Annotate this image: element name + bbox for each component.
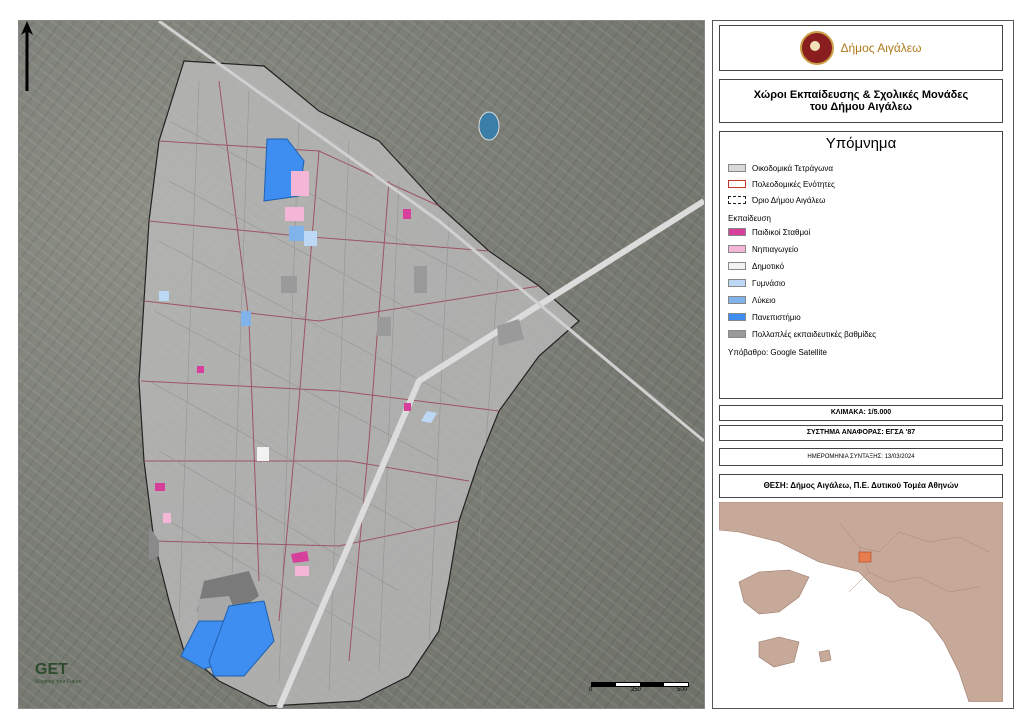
legend-item-planning-units: Πολεοδομικές Ενότητες bbox=[728, 178, 835, 190]
legend-label: Πολεοδομικές Ενότητες bbox=[752, 179, 835, 189]
scale-tick-250: 250 bbox=[631, 687, 642, 693]
legend-label: Γυμνάσιο bbox=[752, 278, 786, 288]
multi-level-3[interactable] bbox=[281, 276, 297, 293]
north-arrow-icon bbox=[21, 21, 33, 91]
map-canvas[interactable]: GET Mapping Your Future 0 250 500 bbox=[18, 20, 705, 709]
swatch-planning-units bbox=[728, 180, 746, 188]
municipality-name: Δήμος Αιγάλεω bbox=[840, 41, 922, 55]
nursery-1[interactable] bbox=[404, 403, 411, 411]
kindergarten-2[interactable] bbox=[285, 207, 304, 221]
swatch-kindergarten bbox=[728, 245, 746, 253]
legend-label: Νηπιαγωγείο bbox=[752, 244, 799, 254]
legend-label: Λύκειο bbox=[752, 295, 776, 305]
gymnasium-1[interactable] bbox=[304, 231, 317, 246]
swatch-gymnasium bbox=[728, 279, 746, 287]
map-svg bbox=[138, 21, 704, 708]
map-title: Χώροι Εκπαίδευσης & Σχολικές Μονάδες του… bbox=[719, 79, 1003, 123]
legend-label: Οικοδομικά Τετράγωνα bbox=[752, 163, 834, 173]
inset-map-svg bbox=[719, 502, 1003, 702]
inset-island-tiny bbox=[818, 649, 832, 663]
multi-level-1[interactable] bbox=[414, 266, 427, 293]
map-title-line1: Χώροι Εκπαίδευσης & Σχολικές Μονάδες bbox=[753, 89, 969, 101]
nursery-5[interactable] bbox=[197, 366, 204, 373]
gymnasium-2[interactable] bbox=[159, 291, 169, 301]
swatch-blocks bbox=[728, 164, 746, 172]
legend-education-heading: Εκπαίδευση bbox=[728, 214, 771, 223]
compile-date: ΗΜΕΡΟΜΗΝΙΑ ΣΥΝΤΑΞΗΣ: 13/03/2024 bbox=[719, 448, 1003, 466]
legend-label: Δημοτικό bbox=[752, 261, 785, 271]
legend-label: Πολλαπλές εκπαιδευτικές βαθμίδες bbox=[752, 329, 877, 339]
location: ΘΕΣΗ: Δήμος Αιγάλεω, Π.Ε. Δυτικού Τομέα … bbox=[719, 474, 1003, 498]
stadium bbox=[478, 111, 500, 141]
legend-item-municipal-border: Όριο Δήμου Αιγάλεω bbox=[728, 194, 825, 206]
legend-label: Παιδικοί Σταθμοί bbox=[752, 227, 811, 237]
map-scale: ΚΛΙΜΑΚΑ: 1/5.000 bbox=[719, 405, 1003, 421]
legend-item-lyceum: Λύκειο bbox=[728, 294, 776, 306]
reference-system: ΣΥΣΤΗΜΑ ΑΝΑΦΟΡΑΣ: ΕΓΣΑ '87 bbox=[719, 425, 1003, 441]
lyceum-1[interactable] bbox=[289, 226, 304, 241]
swatch-multi-level bbox=[728, 330, 746, 338]
swatch-nursery bbox=[728, 228, 746, 236]
multi-level-2[interactable] bbox=[377, 317, 391, 336]
municipality-seal-icon bbox=[800, 31, 835, 65]
scale-tick-0: 0 bbox=[589, 687, 593, 693]
primary-1[interactable] bbox=[257, 447, 269, 461]
legend-label: Όριο Δήμου Αιγάλεω bbox=[752, 195, 826, 205]
legend-item-university: Πανεπιστήμιο bbox=[728, 311, 801, 323]
legend-item-gymnasium: Γυμνάσιο bbox=[728, 277, 785, 289]
swatch-primary bbox=[728, 262, 746, 270]
get-logo-name: GET bbox=[35, 661, 68, 678]
map-title-line2: του Δήμου Αιγάλεω bbox=[809, 101, 912, 113]
legend-item-multi-level: Πολλαπλές εκπαιδευτικές βαθμίδες bbox=[728, 328, 876, 340]
scale-tick-500: 500 bbox=[677, 687, 688, 693]
inset-island-small bbox=[758, 636, 800, 668]
kindergarten-1[interactable] bbox=[291, 171, 309, 196]
swatch-university bbox=[728, 313, 746, 321]
municipality-header: Δήμος Αιγάλεω bbox=[719, 25, 1003, 71]
kindergarten-4[interactable] bbox=[163, 513, 171, 523]
legend-label: Πανεπιστήμιο bbox=[752, 312, 801, 322]
get-logo: GET Mapping Your Future bbox=[35, 661, 81, 685]
legend-item-nursery: Παιδικοί Σταθμοί bbox=[728, 226, 810, 238]
kindergarten-3[interactable] bbox=[295, 566, 309, 576]
nursery-4[interactable] bbox=[155, 483, 165, 491]
legend-item-primary: Δημοτικό bbox=[728, 260, 784, 272]
inset-island-large bbox=[738, 569, 810, 615]
swatch-lyceum bbox=[728, 296, 746, 304]
legend-panel: Δήμος Αιγάλεω Χώροι Εκπαίδευσης & Σχολικ… bbox=[712, 20, 1014, 709]
nursery-2[interactable] bbox=[403, 209, 411, 219]
scale-bar: 0 250 500 bbox=[589, 676, 689, 694]
legend-item-blocks: Οικοδομικά Τετράγωνα bbox=[728, 162, 833, 174]
swatch-municipal-border bbox=[728, 196, 746, 204]
lyceum-2[interactable] bbox=[241, 311, 251, 326]
legend: Υπόμνημα Οικοδομικά Τετράγωνα Πολεοδομικ… bbox=[719, 131, 1003, 399]
inset-map bbox=[719, 502, 1003, 702]
legend-item-kindergarten: Νηπιαγωγείο bbox=[728, 243, 798, 255]
inset-aigaleo-highlight bbox=[858, 551, 872, 563]
basemap-note: Υπόβαθρο: Google Satellite bbox=[728, 348, 827, 357]
get-logo-tagline: Mapping Your Future bbox=[35, 679, 82, 685]
legend-heading: Υπόμνημα bbox=[825, 135, 897, 152]
